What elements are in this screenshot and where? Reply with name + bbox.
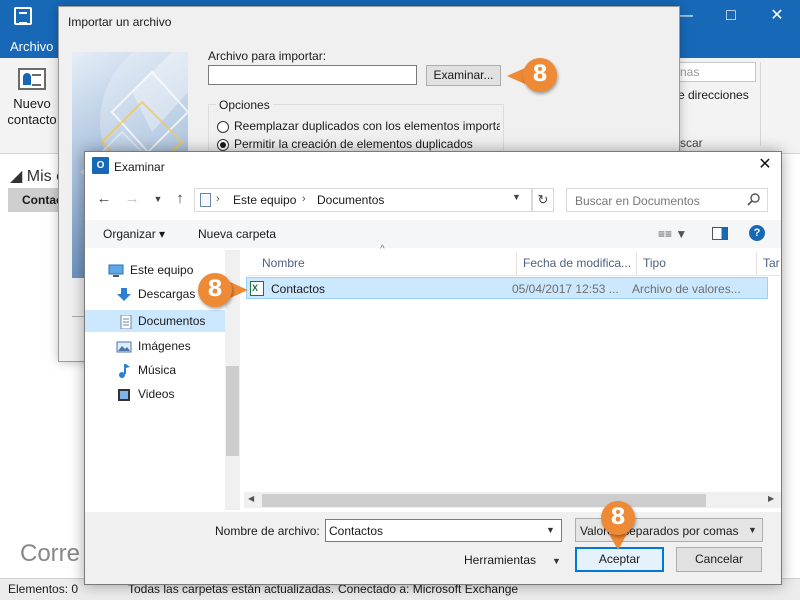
column-divider[interactable] [516, 252, 517, 276]
tree-item-label: Este equipo [130, 263, 194, 277]
browse-dialog-title: Examinar [114, 160, 165, 174]
tree-item-este-equipo[interactable]: Este equipo [108, 259, 193, 281]
view-options-icon[interactable]: ≡≡ ▼ [658, 227, 687, 241]
forward-arrow-icon[interactable]: → [122, 189, 142, 209]
close-icon[interactable]: ✕ [752, 154, 778, 176]
options-label: Opciones [216, 98, 273, 112]
tree-item-label: Videos [138, 387, 175, 401]
browse-button[interactable]: Examinar... [426, 65, 501, 86]
file-type: Archivo de valores... [632, 282, 741, 296]
file-date: 05/04/2017 12:53 ... [512, 282, 619, 296]
tree-item-label: Música [138, 363, 177, 377]
replace-duplicates-radio[interactable] [217, 121, 229, 133]
outlook-app-icon [14, 7, 32, 25]
picture-icon [116, 339, 132, 353]
sort-ascending-icon: ^ [380, 244, 385, 255]
scroll-left-icon[interactable]: ◀ [248, 494, 254, 503]
tree-item-label: Descargas [138, 287, 196, 301]
column-divider[interactable] [636, 252, 637, 276]
file-list-header [248, 252, 780, 276]
search-icon [746, 192, 762, 208]
file-to-import-input[interactable] [208, 65, 417, 85]
column-header-fecha[interactable]: Fecha de modifica... [523, 256, 631, 270]
breadcrumb-chevron-icon[interactable]: › [216, 193, 220, 205]
my-contacts-header[interactable]: ◢ Mis c [10, 166, 64, 186]
new-contact-label: Nuevo contacto [7, 96, 57, 127]
status-item-count: Elementos: 0 [8, 582, 79, 596]
document-icon [118, 314, 134, 330]
tree-item-label: Documentos [138, 314, 206, 328]
back-arrow-icon[interactable]: ← [94, 189, 114, 209]
column-header-tipo[interactable]: Tipo [643, 256, 666, 270]
up-arrow-icon[interactable]: ↑ [170, 189, 190, 209]
organize-button[interactable]: Organizar ▾ [103, 227, 165, 241]
outlook-icon: O [92, 157, 109, 174]
replace-duplicates-label[interactable]: Reemplazar duplicados con los elementos … [234, 119, 500, 133]
ribbon-group-find-label: scar [680, 136, 703, 150]
tree-item-documentos[interactable]: Documentos [85, 310, 225, 332]
horizontal-scrollbar-thumb[interactable] [262, 494, 706, 507]
excel-csv-icon [250, 281, 264, 296]
scroll-right-icon[interactable]: ▶ [768, 494, 774, 503]
preview-pane-icon[interactable] [712, 227, 728, 240]
column-header-tamano[interactable]: Tar [763, 256, 780, 270]
step-badge: 8 [523, 58, 557, 92]
search-documents-input[interactable]: Buscar en Documentos [566, 188, 768, 212]
file-to-import-label: Archivo para importar: [208, 49, 327, 63]
help-icon[interactable]: ? [749, 225, 765, 241]
maximize-icon[interactable]: □ [708, 0, 754, 34]
close-window-icon[interactable]: ✕ [754, 0, 800, 34]
contact-card-icon [18, 68, 46, 90]
file-name[interactable]: Contactos [271, 282, 325, 296]
ribbon-search-people-input[interactable]: nas [676, 62, 756, 82]
documents-folder-icon [200, 193, 211, 207]
new-contact-button[interactable]: Nuevo contacto [6, 66, 58, 136]
address-dropdown-icon[interactable]: ▼ [512, 192, 521, 202]
music-icon [116, 363, 132, 378]
address-book-button[interactable]: e direcciones [678, 88, 749, 102]
computer-icon [108, 263, 124, 277]
import-dialog-title: Importar un archivo [68, 15, 172, 29]
allow-duplicates-radio[interactable] [217, 139, 229, 151]
new-folder-button[interactable]: Nueva carpeta [198, 227, 276, 241]
tree-scrollbar-thumb[interactable] [226, 366, 239, 456]
archivo-tab[interactable]: Archivo [0, 34, 60, 58]
column-header-nombre[interactable]: Nombre [262, 256, 305, 270]
mail-nav-label[interactable]: Corre [20, 540, 80, 568]
step-badge-pointer [609, 534, 627, 550]
refresh-icon[interactable]: ↻ [532, 188, 554, 212]
tree-item-imagenes[interactable]: Imágenes [116, 335, 191, 357]
step-badge: 8 [198, 273, 232, 307]
allow-duplicates-label[interactable]: Permitir la creación de elementos duplic… [234, 137, 473, 151]
filename-dropdown-icon[interactable]: ▼ [546, 525, 555, 535]
step-badge: 8 [601, 501, 635, 535]
download-icon [116, 287, 132, 301]
filename-input[interactable]: Contactos [325, 519, 562, 542]
filetype-dropdown-icon[interactable]: ▼ [748, 525, 757, 535]
breadcrumb-este-equipo[interactable]: Este equipo [233, 193, 296, 207]
ribbon-separator [760, 62, 761, 146]
tools-dropdown-icon[interactable]: ▼ [552, 556, 561, 566]
cancel-button[interactable]: Cancelar [676, 547, 762, 572]
column-divider[interactable] [756, 252, 757, 276]
tree-item-musica[interactable]: Música [116, 359, 176, 381]
tools-button[interactable]: Herramientas [464, 553, 536, 567]
tree-item-label: Imágenes [138, 339, 191, 353]
recent-locations-chevron-icon[interactable]: ▼ [148, 189, 168, 209]
breadcrumb-chevron-icon[interactable]: › [302, 193, 306, 205]
breadcrumb-documentos[interactable]: Documentos [317, 193, 384, 207]
tree-item-descargas[interactable]: Descargas [116, 283, 195, 305]
ok-button[interactable]: Aceptar [575, 547, 664, 572]
step-badge-pointer [230, 282, 248, 298]
filename-label: Nombre de archivo: [215, 524, 320, 538]
tree-item-videos[interactable]: Videos [116, 383, 174, 405]
video-icon [116, 387, 132, 401]
